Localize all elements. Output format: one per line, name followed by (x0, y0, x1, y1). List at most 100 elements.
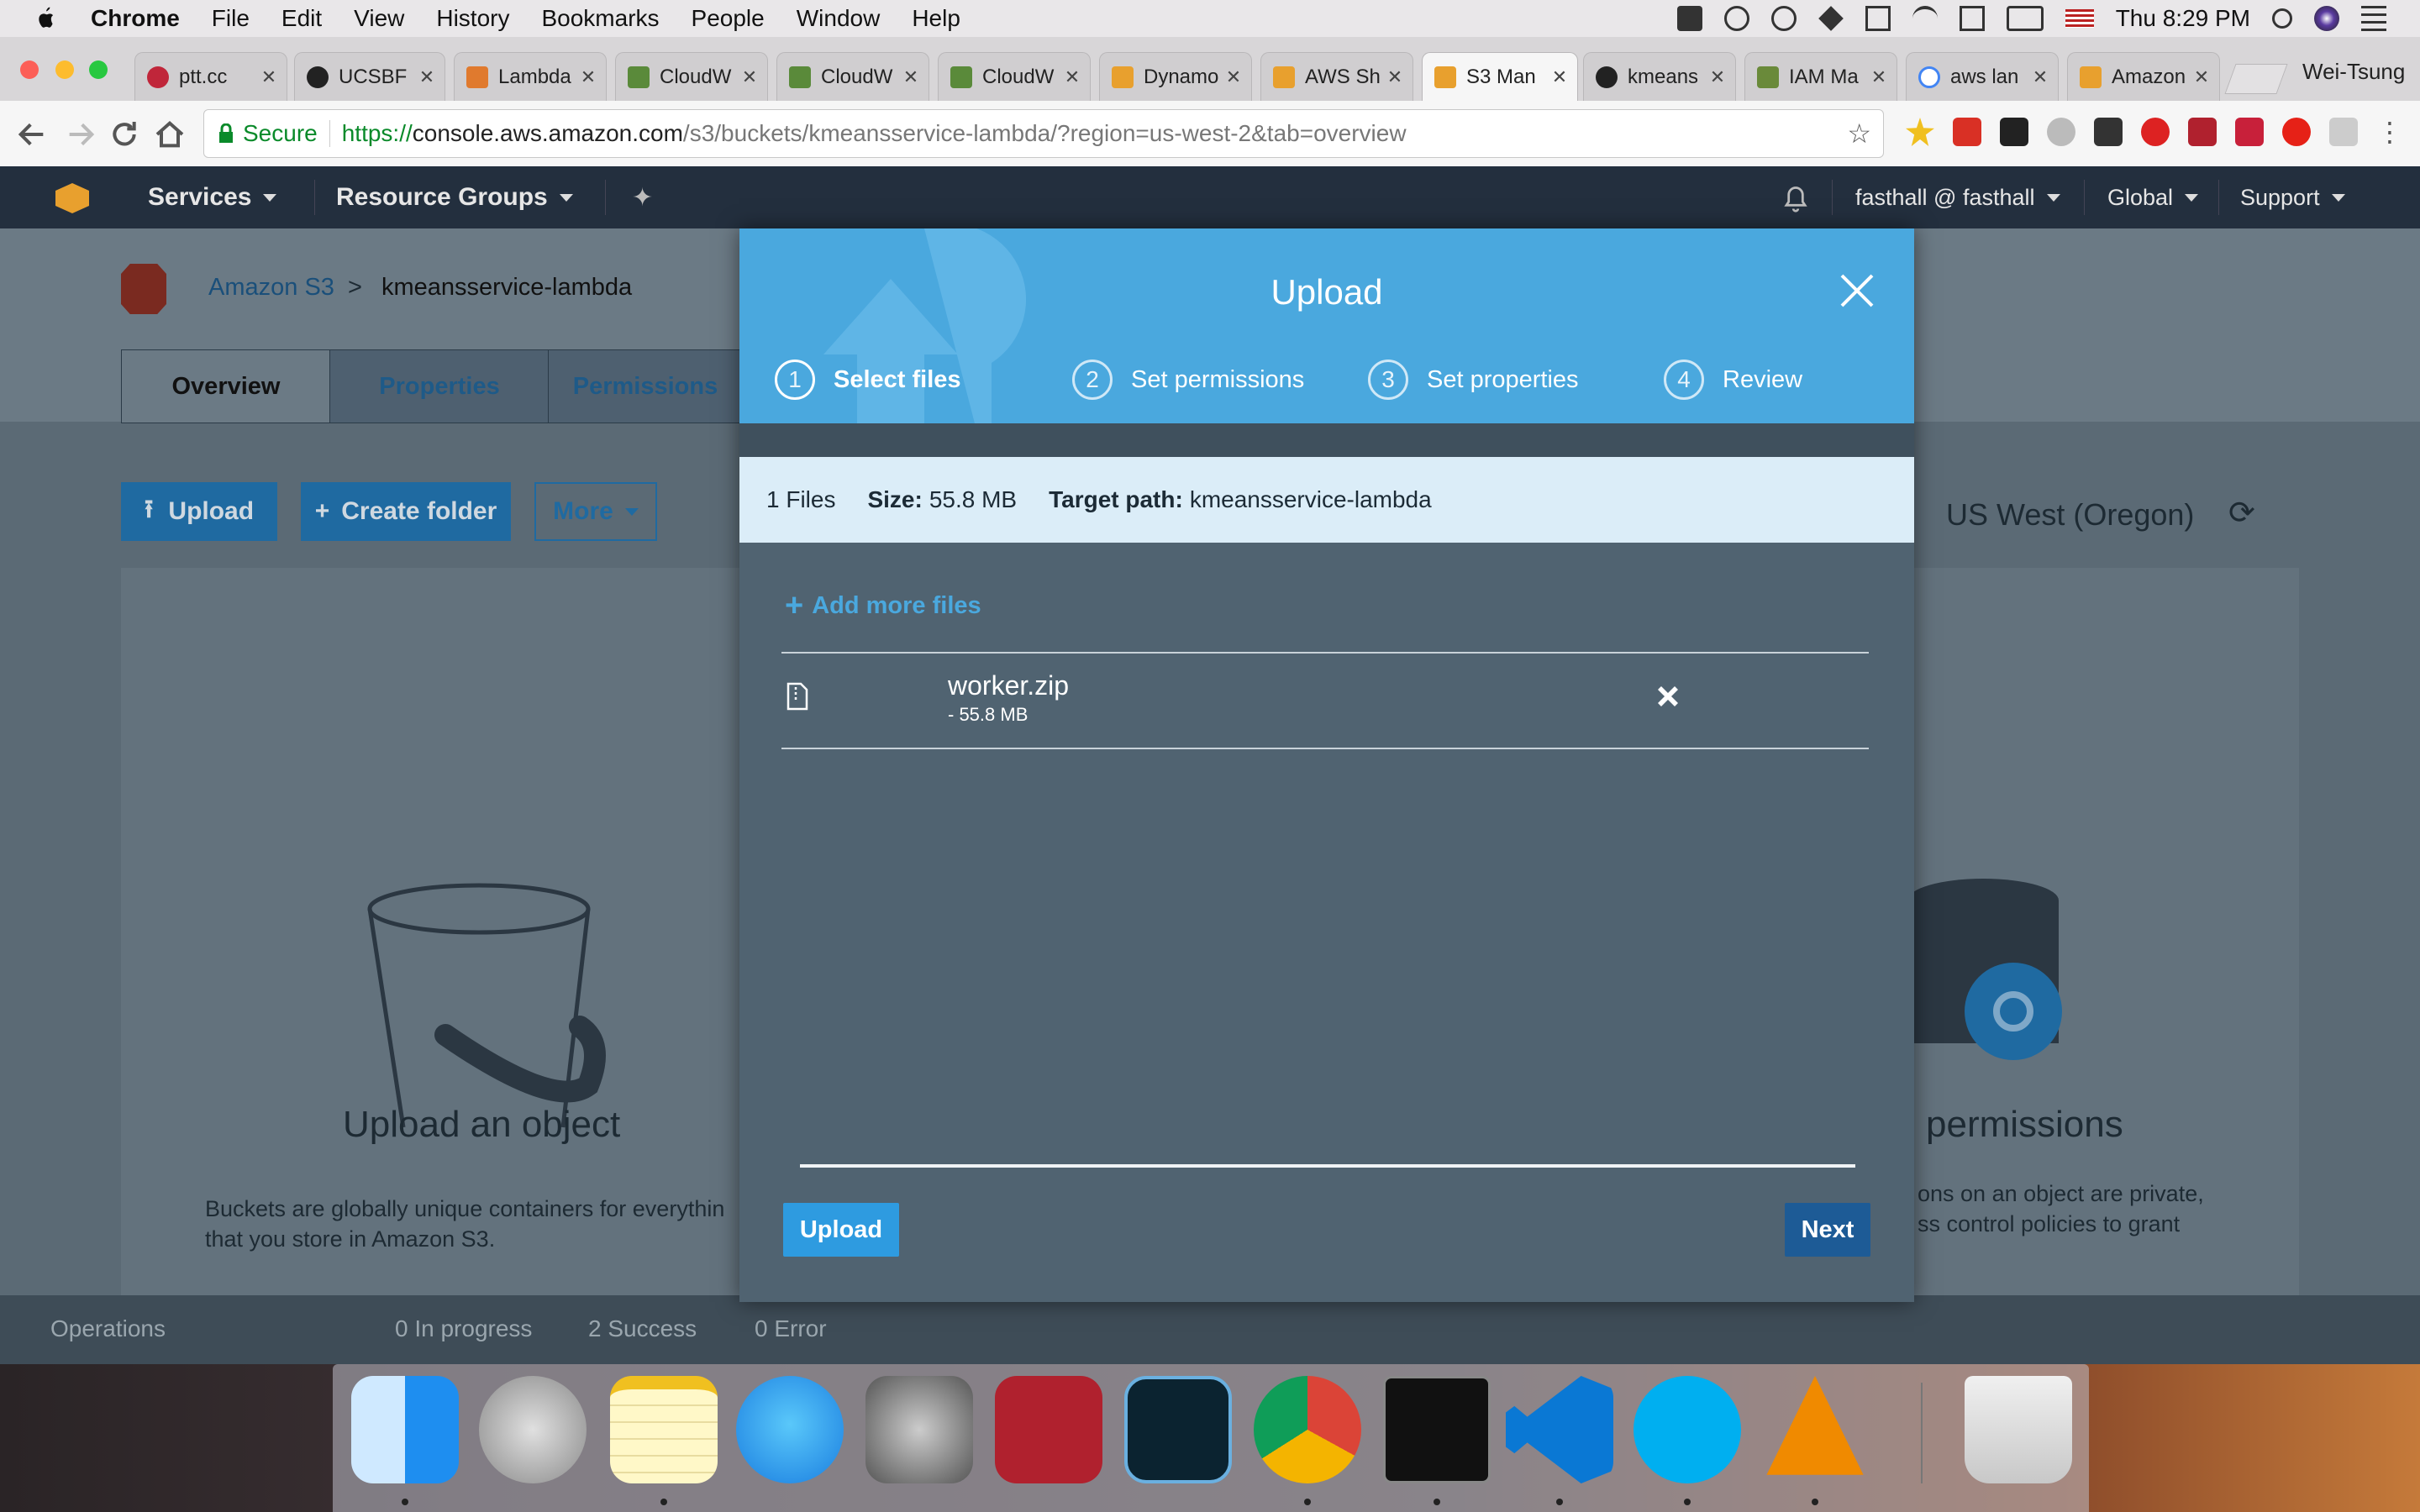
browser-tab[interactable]: kmeans ✕ (1583, 52, 1736, 102)
bell-icon[interactable] (1781, 183, 1810, 213)
menu-app-chrome[interactable]: Chrome (91, 5, 180, 32)
tab-close-icon[interactable]: ✕ (1384, 66, 1406, 88)
menubar-clock[interactable]: Thu 8:29 PM (2116, 5, 2250, 32)
remove-file-icon[interactable] (1655, 684, 1681, 709)
close-icon[interactable] (1837, 270, 1877, 311)
window-minimize-button[interactable] (55, 60, 74, 79)
finder-dock-icon[interactable] (351, 1376, 459, 1483)
step-set-permissions[interactable]: 2 Set permissions (1072, 360, 1304, 400)
apple-menu-icon[interactable] (34, 6, 57, 31)
back-arrow-icon[interactable] (15, 118, 49, 151)
window-close-button[interactable] (20, 60, 39, 79)
tab-overview[interactable]: Overview (121, 349, 331, 423)
messages-dock-icon[interactable] (736, 1376, 844, 1483)
reload-icon[interactable] (108, 118, 141, 151)
tab-close-icon[interactable]: ✕ (577, 66, 599, 88)
browser-tab[interactable]: IAM Ma ✕ (1744, 52, 1897, 102)
profile-name[interactable]: Wei-Tsung (2302, 59, 2405, 85)
resource-groups-menu[interactable]: Resource Groups (336, 166, 573, 228)
page-upload-button[interactable]: ⭱ Upload (121, 482, 277, 541)
more-button[interactable]: More (534, 482, 657, 541)
window-icon[interactable] (1865, 6, 1891, 31)
m-ext-icon[interactable] (2047, 118, 2075, 146)
breadcrumb-root-link[interactable]: Amazon S3 (208, 274, 334, 302)
home-icon[interactable] (153, 118, 187, 151)
upload-button[interactable]: Upload (783, 1203, 899, 1257)
spotlight-search-icon[interactable] (2272, 8, 2292, 29)
checkmark-circle-icon[interactable] (1770, 6, 1797, 31)
add-more-files-link[interactable]: + Add more files (785, 590, 981, 622)
refresh-icon[interactable]: ⟳ (2228, 494, 2255, 532)
step-review[interactable]: 4 Review (1664, 360, 1802, 400)
menu-file[interactable]: File (212, 5, 250, 32)
menu-help[interactable]: Help (912, 5, 960, 32)
menu-history[interactable]: History (436, 5, 509, 32)
pin-icon[interactable]: ✦ (632, 183, 653, 213)
menu-people[interactable]: People (692, 5, 765, 32)
tab-close-icon[interactable]: ✕ (1868, 66, 1890, 88)
tab-close-icon[interactable]: ✕ (2029, 66, 2051, 88)
trash-dock-icon[interactable] (1965, 1376, 2072, 1483)
mendeley-dock-icon[interactable] (995, 1376, 1102, 1483)
menu-bookmarks[interactable]: Bookmarks (541, 5, 659, 32)
operations-success[interactable]: 2 Success (588, 1315, 697, 1342)
forward-arrow-icon[interactable] (64, 118, 97, 151)
browser-tab[interactable]: Lambda ✕ (454, 52, 607, 102)
step-select-files[interactable]: 1 Select files (775, 360, 961, 400)
wifi-icon[interactable] (1912, 6, 1938, 31)
browser-tab[interactable]: Amazon ✕ (2067, 52, 2220, 102)
create-folder-button[interactable]: + Create folder (301, 482, 511, 541)
tab-close-icon[interactable]: ✕ (1061, 66, 1083, 88)
aws-logo-icon[interactable] (55, 183, 89, 213)
browser-tab[interactable]: CloudW ✕ (938, 52, 1091, 102)
vscode-dock-icon[interactable] (1506, 1376, 1613, 1483)
browser-tab[interactable]: aws lan ✕ (1906, 52, 2059, 102)
operations-error[interactable]: 0 Error (755, 1315, 827, 1342)
account-menu[interactable]: fasthall @ fasthall (1855, 166, 2060, 228)
bookmark-star-ext-icon[interactable] (1906, 118, 1934, 146)
siri-icon[interactable] (2314, 6, 2339, 31)
notes-dock-icon[interactable] (610, 1376, 718, 1483)
airplay-icon[interactable] (1959, 6, 1985, 31)
launchpad-dock-icon[interactable] (479, 1376, 587, 1483)
cloud-sync-icon[interactable] (1723, 6, 1749, 31)
us-flag-icon[interactable] (2065, 9, 2094, 28)
tab-close-icon[interactable]: ✕ (258, 66, 280, 88)
bookmark-star-icon[interactable]: ☆ (1847, 118, 1871, 150)
browser-tab[interactable]: UCSBF ✕ (294, 52, 445, 102)
youtube-ext-icon[interactable] (2282, 118, 2311, 146)
gray-ext-icon[interactable] (2329, 118, 2358, 146)
dropbox-icon[interactable] (1818, 6, 1844, 31)
battery-icon[interactable] (2006, 6, 2044, 31)
devtools-ext-icon[interactable] (2094, 118, 2123, 146)
browser-tab[interactable]: CloudW ✕ (615, 52, 768, 102)
gmail-ext-icon[interactable] (1953, 118, 1981, 146)
tab-close-icon[interactable]: ✕ (739, 66, 760, 88)
mendeley-ext-icon[interactable] (2188, 118, 2217, 146)
tab-close-icon[interactable]: ✕ (1549, 66, 1570, 88)
tab-permissions[interactable]: Permissions (548, 349, 743, 423)
region-menu[interactable]: Global (2107, 166, 2199, 228)
step-set-properties[interactable]: 3 Set properties (1368, 360, 1579, 400)
tab-close-icon[interactable]: ✕ (416, 66, 438, 88)
forward-ext-icon[interactable] (2235, 118, 2264, 146)
browser-tab[interactable]: AWS Sh ✕ (1260, 52, 1413, 102)
menu-window[interactable]: Window (797, 5, 881, 32)
operations-in-progress[interactable]: 0 In progress (395, 1315, 532, 1342)
tab-close-icon[interactable]: ✕ (1223, 66, 1244, 88)
services-menu[interactable]: Services (148, 166, 277, 228)
support-menu[interactable]: Support (2240, 166, 2345, 228)
red-shield-ext-icon[interactable] (2141, 118, 2170, 146)
address-bar[interactable]: Secure https:// console.aws.amazon.com /… (203, 109, 1884, 158)
docker-icon[interactable] (1676, 6, 1702, 31)
chrome-menu-icon[interactable]: ⋮ (2376, 116, 2403, 148)
tab-close-icon[interactable]: ✕ (900, 66, 922, 88)
browser-tab[interactable]: CloudW ✕ (776, 52, 929, 102)
chrome-dock-icon[interactable] (1254, 1376, 1361, 1483)
vlc-dock-icon[interactable] (1766, 1376, 1864, 1475)
new-tab-button[interactable] (2224, 64, 2288, 94)
menu-view[interactable]: View (354, 5, 404, 32)
browser-tab-active[interactable]: S3 Man ✕ (1422, 52, 1578, 102)
menu-edit[interactable]: Edit (281, 5, 322, 32)
tab-close-icon[interactable]: ✕ (2191, 66, 2212, 88)
